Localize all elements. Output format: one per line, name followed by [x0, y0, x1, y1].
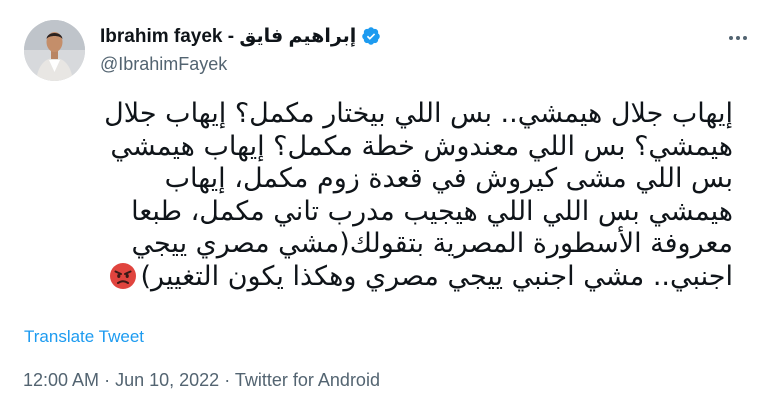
- tweet-date[interactable]: Jun 10, 2022: [115, 370, 219, 390]
- tweet-line-last: اجنبي.. مشي اجنبي ييجي مصري وهكذا يكون ا…: [22, 261, 733, 294]
- tweet-source[interactable]: Twitter for Android: [235, 370, 380, 390]
- avatar[interactable]: [24, 20, 85, 81]
- author-display-name[interactable]: Ibrahim fayek - إبراهيم فايق: [100, 25, 356, 48]
- meta-separator: ·: [224, 370, 231, 390]
- more-dot: [736, 36, 740, 40]
- tweet-line: هيمشي بس اللي اللي هيجيب مدرب تاني مكمل،…: [131, 195, 733, 227]
- tweet-line: اجنبي.. مشي اجنبي ييجي مصري وهكذا يكون ا…: [140, 260, 733, 292]
- more-options-icon[interactable]: [724, 30, 752, 46]
- translate-tweet-link[interactable]: Translate Tweet: [24, 327, 144, 347]
- tweet-line: بس اللي مشى كيروش في قعدة زوم مكمل، إيها…: [164, 163, 733, 194]
- tweet-metadata: 12:00 AM · Jun 10, 2022 · Twitter for An…: [23, 370, 380, 391]
- tweet-line: معروفة الأسطورة المصرية بتقولك(مشي مصري …: [131, 228, 733, 259]
- verified-badge-icon: [361, 26, 381, 46]
- more-dot: [743, 36, 747, 40]
- author-handle[interactable]: @IbrahimFayek: [100, 54, 227, 75]
- more-dot: [729, 36, 733, 40]
- avatar-photo: [24, 20, 85, 81]
- tweet-line: هيمشي؟ بس اللي معندوش خطة مكمل؟ إيهاب هي…: [110, 130, 733, 162]
- meta-separator: ·: [104, 370, 111, 390]
- tweet-time[interactable]: 12:00 AM: [23, 370, 99, 390]
- tweet-line: إيهاب جلال هيمشي.. بس اللي بيختار مكمل؟ …: [104, 98, 733, 129]
- tweet-text: إيهاب جلال هيمشي.. بس اللي بيختار مكمل؟ …: [22, 98, 733, 293]
- author-name-row[interactable]: Ibrahim fayek - إبراهيم فايق: [100, 24, 381, 48]
- angry-face-emoji-icon: [109, 262, 137, 290]
